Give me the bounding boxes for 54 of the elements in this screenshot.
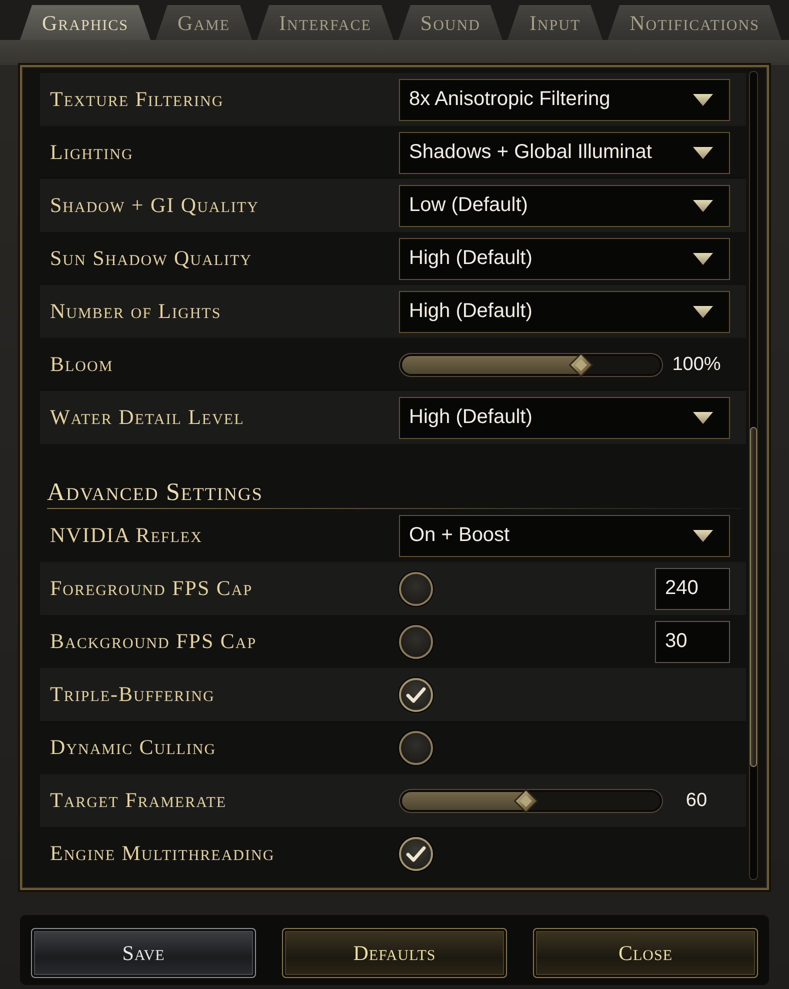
setting-label: Dynamic Culling <box>50 735 216 760</box>
setting-label: Lighting <box>50 140 134 165</box>
checkmark-icon <box>406 686 426 702</box>
dropdown[interactable]: Low (Default) <box>399 184 730 226</box>
slider[interactable] <box>399 352 663 376</box>
tab[interactable]: Input <box>507 5 603 40</box>
dropdown[interactable]: High (Default) <box>399 238 730 280</box>
caret-icon <box>693 200 713 212</box>
number-field[interactable]: 30 <box>655 620 730 662</box>
setting-label: Bloom <box>50 352 114 377</box>
dropdown[interactable]: High (Default) <box>399 396 730 438</box>
checkbox[interactable] <box>399 730 433 764</box>
setting-label: NVIDIA Reflex <box>50 523 202 548</box>
dropdown[interactable]: Shadows + Global Illuminat <box>399 132 730 174</box>
scrollbar-track[interactable] <box>749 71 758 880</box>
checkbox[interactable] <box>399 678 433 712</box>
caret-icon <box>693 146 713 158</box>
checkmark-icon <box>406 846 426 862</box>
caret-icon <box>693 530 713 542</box>
number-field[interactable]: 240 <box>655 568 730 610</box>
dropdown[interactable]: 8x Anisotropic Filtering <box>399 78 730 120</box>
setting-label: Foreground FPS Cap <box>50 576 253 601</box>
caret-icon <box>693 252 713 264</box>
section-title: Advanced Settings <box>47 478 263 508</box>
setting-label: Water Detail Level <box>50 405 244 430</box>
setting-label: Number of Lights <box>50 299 222 324</box>
setting-label: Shadow + GI Quality <box>50 193 259 218</box>
dropdown[interactable]: High (Default) <box>399 290 730 332</box>
setting-label: Sun Shadow Quality <box>50 246 252 271</box>
slider-thumb[interactable] <box>569 352 594 376</box>
checkbox[interactable] <box>399 624 433 658</box>
defaults-button[interactable]: Defaults <box>282 928 507 978</box>
setting-label: Background FPS Cap <box>50 629 257 654</box>
setting-label: Engine Multithreading <box>50 841 275 866</box>
tab[interactable]: Graphics <box>20 5 151 40</box>
caret-icon <box>693 306 713 318</box>
scrollbar-thumb[interactable] <box>750 427 757 767</box>
tab[interactable]: Interface <box>257 5 394 40</box>
setting-label: Target Framerate <box>50 788 227 813</box>
tab[interactable]: Sound <box>398 5 502 40</box>
checkbox[interactable] <box>399 836 433 870</box>
slider[interactable] <box>399 788 663 812</box>
slider-value: 60 <box>684 790 708 812</box>
caret-icon <box>693 94 713 106</box>
slider-thumb[interactable] <box>514 788 538 812</box>
slider-value: 100% <box>671 354 722 376</box>
dropdown[interactable]: On + Boost <box>399 514 730 556</box>
close-button[interactable]: Close <box>533 928 758 978</box>
tab[interactable]: Game <box>156 5 252 40</box>
tab[interactable]: Notifications <box>608 5 782 40</box>
setting-label: Texture Filtering <box>50 87 224 112</box>
caret-icon <box>693 412 713 424</box>
setting-label: Triple-Buffering <box>50 682 215 707</box>
checkbox[interactable] <box>399 572 433 606</box>
